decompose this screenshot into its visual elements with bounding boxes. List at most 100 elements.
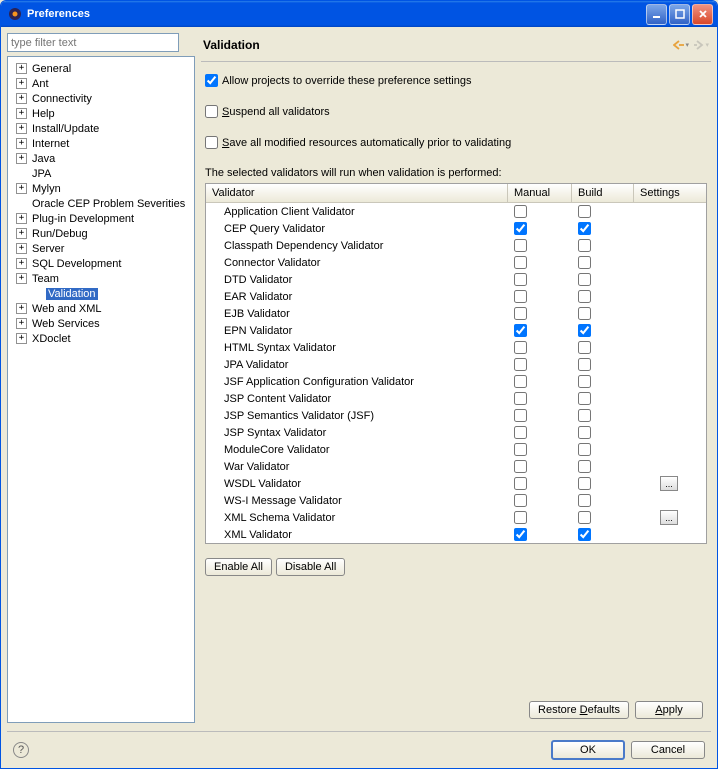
table-row[interactable]: XML Schema Validator...: [206, 509, 706, 526]
table-row[interactable]: EAR Validator: [206, 288, 706, 305]
manual-checkbox[interactable]: [514, 375, 527, 388]
tree-item-internet[interactable]: +Internet: [10, 136, 192, 151]
build-checkbox[interactable]: [578, 358, 591, 371]
build-checkbox[interactable]: [578, 409, 591, 422]
table-row[interactable]: EJB Validator: [206, 305, 706, 322]
settings-button[interactable]: ...: [660, 476, 678, 491]
build-checkbox[interactable]: [578, 528, 591, 541]
manual-checkbox[interactable]: [514, 443, 527, 456]
build-checkbox[interactable]: [578, 460, 591, 473]
tree-item-oracle-cep-problem-severities[interactable]: Oracle CEP Problem Severities: [10, 196, 192, 211]
build-checkbox[interactable]: [578, 392, 591, 405]
build-checkbox[interactable]: [578, 307, 591, 320]
build-checkbox[interactable]: [578, 341, 591, 354]
forward-button[interactable]: ▾: [693, 37, 709, 53]
tree-item-web-services[interactable]: +Web Services: [10, 316, 192, 331]
close-button[interactable]: [692, 4, 713, 25]
preference-tree[interactable]: +General+Ant+Connectivity+Help+Install/U…: [7, 56, 195, 723]
build-checkbox[interactable]: [578, 511, 591, 524]
manual-checkbox[interactable]: [514, 460, 527, 473]
col-manual[interactable]: Manual: [508, 184, 572, 202]
build-checkbox[interactable]: [578, 205, 591, 218]
table-row[interactable]: JSP Content Validator: [206, 390, 706, 407]
manual-checkbox[interactable]: [514, 222, 527, 235]
manual-checkbox[interactable]: [514, 409, 527, 422]
table-row[interactable]: JSP Syntax Validator: [206, 424, 706, 441]
build-checkbox[interactable]: [578, 222, 591, 235]
tree-item-run-debug[interactable]: +Run/Debug: [10, 226, 192, 241]
expand-icon[interactable]: +: [16, 108, 27, 119]
table-row[interactable]: ModuleCore Validator: [206, 441, 706, 458]
table-row[interactable]: CEP Query Validator: [206, 220, 706, 237]
manual-checkbox[interactable]: [514, 477, 527, 490]
tree-item-install-update[interactable]: +Install/Update: [10, 121, 192, 136]
manual-checkbox[interactable]: [514, 426, 527, 439]
build-checkbox[interactable]: [578, 443, 591, 456]
build-checkbox[interactable]: [578, 494, 591, 507]
manual-checkbox[interactable]: [514, 494, 527, 507]
col-settings[interactable]: Settings: [634, 184, 706, 202]
manual-checkbox[interactable]: [514, 205, 527, 218]
expand-icon[interactable]: +: [16, 123, 27, 134]
expand-icon[interactable]: +: [16, 153, 27, 164]
expand-icon[interactable]: +: [16, 243, 27, 254]
manual-checkbox[interactable]: [514, 511, 527, 524]
tree-item-mylyn[interactable]: +Mylyn: [10, 181, 192, 196]
back-button[interactable]: ▾: [673, 37, 689, 53]
table-row[interactable]: Connector Validator: [206, 254, 706, 271]
tree-item-connectivity[interactable]: +Connectivity: [10, 91, 192, 106]
disable-all-button[interactable]: Disable All: [276, 558, 345, 576]
settings-button[interactable]: ...: [660, 510, 678, 525]
expand-icon[interactable]: +: [16, 78, 27, 89]
build-checkbox[interactable]: [578, 375, 591, 388]
build-checkbox[interactable]: [578, 273, 591, 286]
help-button[interactable]: ?: [13, 742, 29, 758]
restore-defaults-button[interactable]: Restore Defaults: [529, 701, 629, 719]
tree-item-validation[interactable]: Validation: [10, 286, 192, 301]
tree-item-server[interactable]: +Server: [10, 241, 192, 256]
manual-checkbox[interactable]: [514, 392, 527, 405]
save-all-checkbox[interactable]: [205, 136, 218, 149]
expand-icon[interactable]: +: [16, 333, 27, 344]
minimize-button[interactable]: [646, 4, 667, 25]
tree-item-web-and-xml[interactable]: +Web and XML: [10, 301, 192, 316]
manual-checkbox[interactable]: [514, 528, 527, 541]
titlebar[interactable]: Preferences: [1, 1, 717, 27]
filter-input[interactable]: [7, 33, 179, 52]
build-checkbox[interactable]: [578, 290, 591, 303]
table-row[interactable]: JSP Semantics Validator (JSF): [206, 407, 706, 424]
expand-icon[interactable]: +: [16, 228, 27, 239]
expand-icon[interactable]: +: [16, 93, 27, 104]
expand-icon[interactable]: +: [16, 213, 27, 224]
manual-checkbox[interactable]: [514, 307, 527, 320]
table-row[interactable]: War Validator: [206, 458, 706, 475]
manual-checkbox[interactable]: [514, 341, 527, 354]
tree-item-plug-in-development[interactable]: +Plug-in Development: [10, 211, 192, 226]
tree-item-sql-development[interactable]: +SQL Development: [10, 256, 192, 271]
suspend-checkbox[interactable]: [205, 105, 218, 118]
build-checkbox[interactable]: [578, 239, 591, 252]
tree-item-xdoclet[interactable]: +XDoclet: [10, 331, 192, 346]
allow-override-checkbox[interactable]: [205, 74, 218, 87]
manual-checkbox[interactable]: [514, 324, 527, 337]
enable-all-button[interactable]: Enable All: [205, 558, 272, 576]
ok-button[interactable]: OK: [551, 740, 625, 760]
col-build[interactable]: Build: [572, 184, 634, 202]
build-checkbox[interactable]: [578, 324, 591, 337]
build-checkbox[interactable]: [578, 256, 591, 269]
expand-icon[interactable]: +: [16, 138, 27, 149]
col-validator[interactable]: Validator: [206, 184, 508, 202]
expand-icon[interactable]: +: [16, 273, 27, 284]
expand-icon[interactable]: +: [16, 318, 27, 329]
tree-item-jpa[interactable]: JPA: [10, 166, 192, 181]
expand-icon[interactable]: +: [16, 258, 27, 269]
table-row[interactable]: WS-I Message Validator: [206, 492, 706, 509]
table-row[interactable]: Application Client Validator: [206, 203, 706, 220]
expand-icon[interactable]: +: [16, 63, 27, 74]
manual-checkbox[interactable]: [514, 290, 527, 303]
tree-item-team[interactable]: +Team: [10, 271, 192, 286]
manual-checkbox[interactable]: [514, 358, 527, 371]
table-row[interactable]: DTD Validator: [206, 271, 706, 288]
table-row[interactable]: WSDL Validator...: [206, 475, 706, 492]
manual-checkbox[interactable]: [514, 273, 527, 286]
